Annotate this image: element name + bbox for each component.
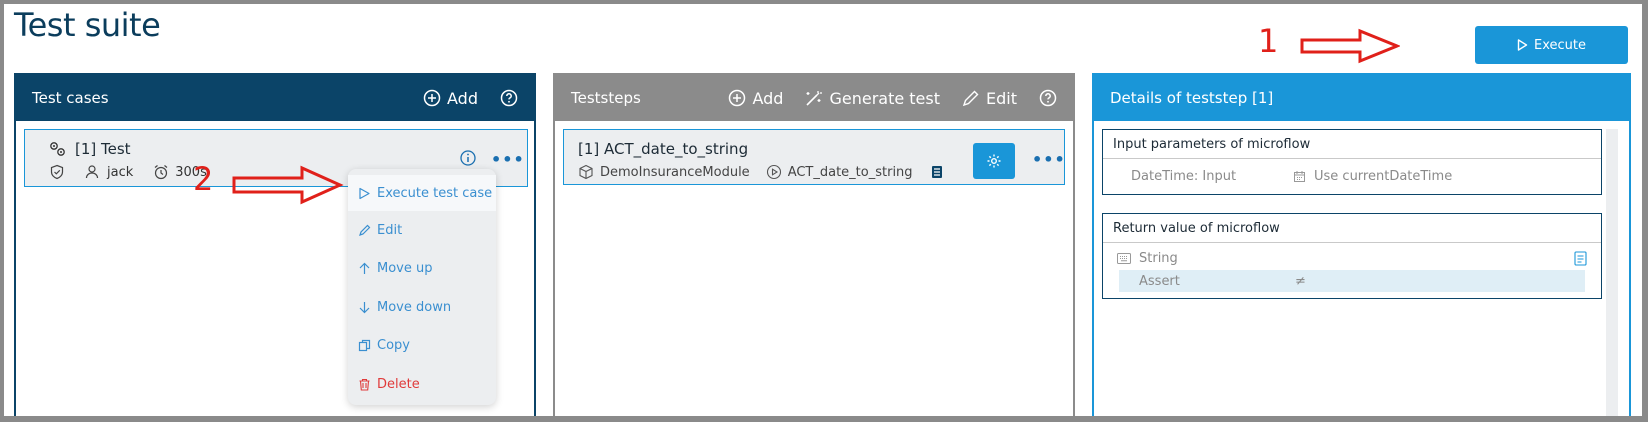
menu-item-label: Delete xyxy=(377,376,420,392)
details-title: Details of teststep [1] xyxy=(1110,89,1274,107)
test-case-title: [1] Test xyxy=(75,140,131,158)
plus-circle-icon xyxy=(423,89,441,107)
more-options-icon[interactable]: ••• xyxy=(491,150,525,169)
callout-number-2: 2 xyxy=(193,160,214,198)
teststep-microflow: ACT_date_to_string xyxy=(766,164,913,180)
help-button[interactable] xyxy=(500,89,518,107)
owner-name: jack xyxy=(107,164,134,180)
add-test-case-button[interactable]: Add xyxy=(423,89,478,108)
alarm-clock-icon xyxy=(154,165,168,180)
menu-item-move-up[interactable]: Move up xyxy=(348,250,496,289)
test-cases-title: Test cases xyxy=(32,89,109,107)
add-label: Add xyxy=(447,88,478,108)
teststep-module: DemoInsuranceModule xyxy=(578,164,750,180)
generate-test-button[interactable]: Generate test xyxy=(805,89,940,108)
callout-arrow-2 xyxy=(232,165,344,205)
gears-icon xyxy=(50,142,65,156)
execute-button[interactable]: Execute xyxy=(1475,26,1628,64)
copy-icon xyxy=(358,340,371,352)
teststeps-title: Teststeps xyxy=(571,89,641,107)
test-case-owner: jack xyxy=(85,164,133,180)
add-teststep-button[interactable]: Add xyxy=(728,89,783,108)
teststep-settings-button[interactable] xyxy=(973,143,1015,179)
execute-button-label: Execute xyxy=(1534,37,1586,53)
param-value-label: Use currentDateTime xyxy=(1314,168,1453,184)
shield-icon xyxy=(49,164,65,180)
arrow-up-icon xyxy=(359,262,370,275)
callout-arrow-1 xyxy=(1300,28,1400,64)
test-cases-panel: Test cases Add [1] Test jack 300s ••• Ex… xyxy=(14,73,536,422)
menu-item-label: Move down xyxy=(377,299,452,315)
assert-label: Assert xyxy=(1139,273,1180,289)
plus-circle-icon xyxy=(729,89,746,107)
pencil-icon xyxy=(962,90,979,107)
return-value-section: Return value of microflow String Assert … xyxy=(1102,213,1602,299)
menu-item-label: Copy xyxy=(377,338,410,354)
magic-wand-icon xyxy=(806,91,823,106)
help-icon xyxy=(1039,89,1057,107)
document-list-icon[interactable] xyxy=(929,164,945,180)
param-name: DateTime: Input xyxy=(1131,168,1237,184)
module-name: DemoInsuranceModule xyxy=(600,164,750,180)
input-parameters-section: Input parameters of microflow DateTime: … xyxy=(1102,129,1602,195)
menu-item-edit[interactable]: Edit xyxy=(348,211,496,250)
details-header: Details of teststep [1] xyxy=(1094,75,1629,121)
teststep-details-panel: Details of teststep [1] Input parameters… xyxy=(1092,73,1631,422)
more-options-icon[interactable]: ••• xyxy=(1032,150,1066,169)
menu-item-delete[interactable]: Delete xyxy=(348,365,496,404)
document-icon[interactable] xyxy=(1574,251,1587,266)
return-value-title: Return value of microflow xyxy=(1103,214,1601,243)
info-icon[interactable] xyxy=(459,149,477,167)
return-type-row: String xyxy=(1103,247,1601,270)
help-button[interactable] xyxy=(1039,89,1057,107)
keyboard-icon xyxy=(1117,253,1131,264)
test-case-context-menu: Execute test case Edit Move up Move down… xyxy=(348,169,496,405)
menu-item-copy[interactable]: Copy xyxy=(348,327,496,366)
cube-icon xyxy=(579,164,593,180)
edit-label: Edit xyxy=(986,88,1017,108)
page-title: Test suite xyxy=(14,6,161,44)
edit-teststeps-button[interactable]: Edit xyxy=(962,89,1017,108)
teststep-card[interactable]: [1] ACT_date_to_string DemoInsuranceModu… xyxy=(563,129,1065,185)
not-equal-operator[interactable]: ≠ xyxy=(1295,274,1306,289)
add-label: Add xyxy=(752,88,784,108)
param-value[interactable]: Use currentDateTime xyxy=(1293,169,1452,184)
test-cases-header: Test cases Add xyxy=(16,75,534,121)
calendar-icon xyxy=(1294,170,1305,182)
gear-icon xyxy=(987,154,1001,168)
menu-item-label: Move up xyxy=(377,261,433,277)
return-type: String xyxy=(1139,251,1178,266)
generate-label: Generate test xyxy=(829,88,941,108)
pencil-icon xyxy=(359,224,371,236)
menu-item-label: Edit xyxy=(377,222,403,238)
arrow-down-icon xyxy=(359,301,370,314)
details-scrollbar[interactable] xyxy=(1606,129,1618,422)
menu-item-move-down[interactable]: Move down xyxy=(348,288,496,327)
menu-item-label: Execute test case xyxy=(377,185,493,201)
play-icon xyxy=(1517,39,1528,51)
input-parameter-row[interactable]: DateTime: Input Use currentDateTime xyxy=(1103,159,1601,193)
teststep-title: [1] ACT_date_to_string xyxy=(578,140,749,158)
trash-icon xyxy=(359,378,370,391)
teststeps-header: Teststeps Add Generate test Edit xyxy=(555,75,1073,121)
play-circle-icon xyxy=(766,164,781,180)
input-parameters-title: Input parameters of microflow xyxy=(1103,130,1601,159)
menu-item-execute-test-case[interactable]: Execute test case xyxy=(348,175,496,211)
microflow-name: ACT_date_to_string xyxy=(787,164,913,180)
callout-number-1: 1 xyxy=(1258,22,1279,60)
assert-row[interactable]: Assert ≠ xyxy=(1119,270,1585,292)
teststeps-panel: Teststeps Add Generate test Edit [1] ACT… xyxy=(553,73,1075,422)
play-icon xyxy=(359,187,370,199)
help-icon xyxy=(500,89,518,107)
user-icon xyxy=(85,165,99,179)
